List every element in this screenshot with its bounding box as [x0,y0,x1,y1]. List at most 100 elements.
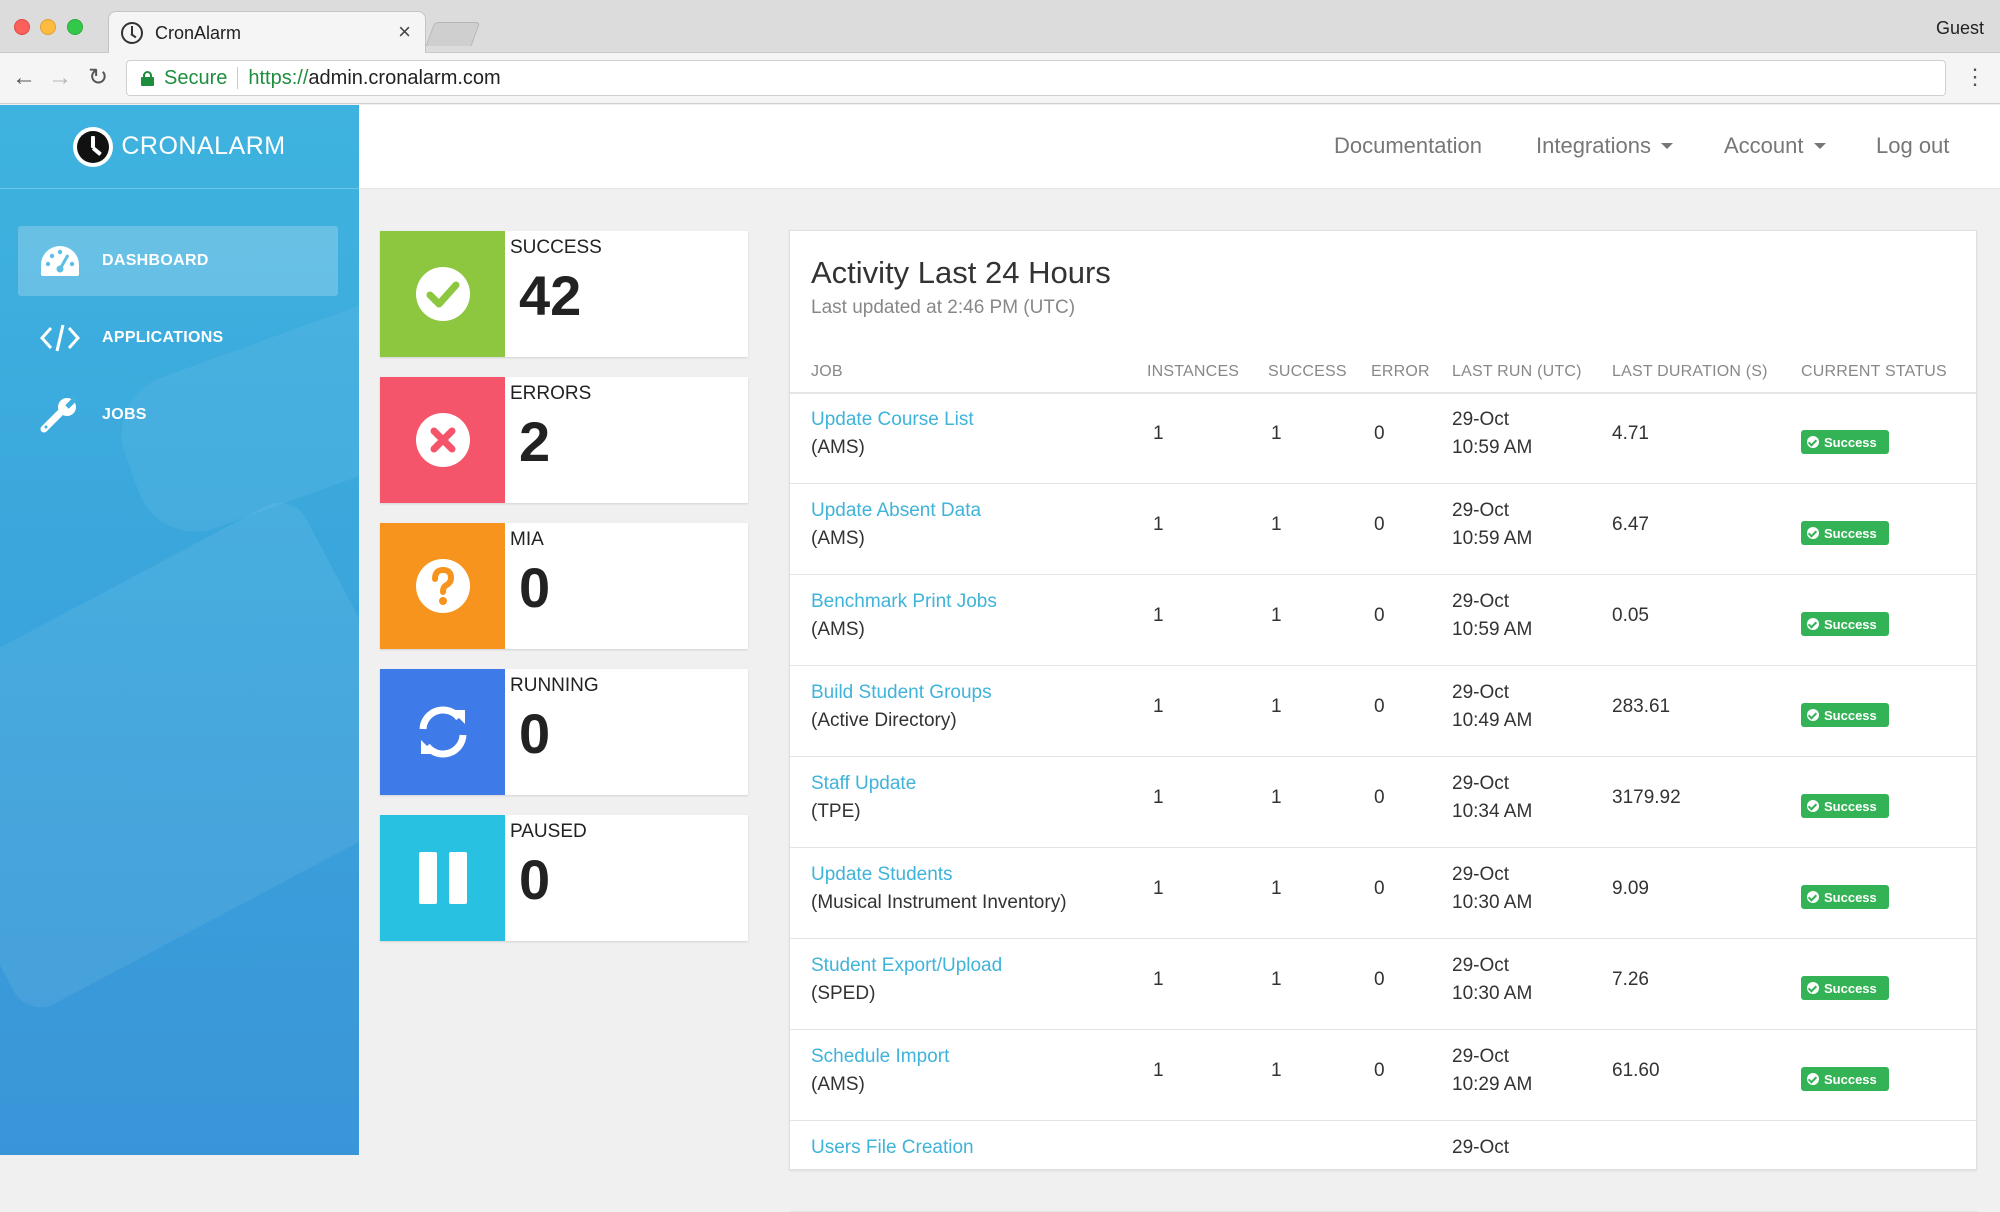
job-name-link[interactable]: Benchmark Print Jobs [811,591,997,612]
tab-title: CronAlarm [155,22,242,43]
status-badge: Success [1801,885,1889,909]
column-header-last-run[interactable]: LAST RUN (UTC) [1452,363,1582,381]
check-circle-icon [1807,982,1819,994]
nav-logout-link[interactable]: Log out [1876,133,1949,159]
stat-label: ERRORS [510,383,592,404]
sidebar-item-label: DASHBOARD [102,252,209,269]
tab-close-icon[interactable]: × [398,21,411,43]
job-cell: Update Absent Data (AMS) [811,497,981,553]
stat-card-running[interactable]: RUNNING 0 [380,669,748,795]
column-header-current-status[interactable]: CURRENT STATUS [1801,363,1947,381]
job-name-link[interactable]: Update Absent Data [811,500,981,521]
back-arrow-icon[interactable]: ← [12,65,36,91]
reload-icon[interactable]: ↻ [88,65,108,91]
last-run-time: 10:59 AM [1452,619,1533,640]
last-run-cell: 29-Oct 10:49 AM [1452,679,1532,735]
nav-integrations-dropdown[interactable]: Integrations [1536,133,1673,159]
success-count-cell: 1 [1271,878,1282,899]
job-name-link[interactable]: Update Course List [811,409,974,430]
check-circle-icon [1807,709,1819,721]
window-minimize-button[interactable] [40,19,56,35]
table-row: Users File Creation 29-Oct [790,1122,1978,1212]
status-badge: Success [1801,521,1889,545]
success-count-cell: 1 [1271,514,1282,535]
stat-label: MIA [510,529,544,550]
table-row: Update Course List (AMS) 1 1 0 4.71 Success 29-… [790,394,1978,484]
table-row: Update Absent Data (AMS) 1 1 0 6.47 Success 29-… [790,485,1978,575]
stat-card-errors[interactable]: ERRORS 2 [380,377,748,503]
table-row: Student Export/Upload (SPED) 1 1 0 7.26 Succes… [790,940,1978,1030]
status-badge: Success [1801,976,1889,1000]
stat-label: PAUSED [510,821,587,842]
column-header-success[interactable]: SUCCESS [1268,363,1347,381]
job-application: (TPE) [811,801,861,822]
instances-cell: 1 [1153,878,1164,899]
sidebar-item-dashboard[interactable]: DASHBOARD [18,226,338,296]
forward-arrow-icon[interactable]: → [48,65,72,91]
sidebar-item-applications[interactable]: APPLICATIONS [18,303,338,373]
error-count-cell: 0 [1374,787,1385,808]
error-count-cell: 0 [1374,1060,1385,1081]
stat-value: 2 [519,410,551,473]
job-cell: Build Student Groups (Active Directory) [811,679,992,735]
instances-cell: 1 [1153,605,1164,626]
url-scheme: https:// [248,66,309,89]
job-application: (Active Directory) [811,710,957,731]
success-count-cell: 1 [1271,1060,1282,1081]
browser-menu-icon[interactable]: ⋮ [1964,64,1986,90]
last-run-time: 10:59 AM [1452,437,1533,458]
column-header-job[interactable]: JOB [811,363,843,381]
last-run-cell: 29-Oct 10:30 AM [1452,861,1532,917]
job-cell: Staff Update (TPE) [811,770,916,826]
table-row: Staff Update (TPE) 1 1 0 3179.92 Success 29-Oct… [790,758,1978,848]
duration-cell: 0.05 [1612,605,1649,626]
duration-cell: 4.71 [1612,423,1649,444]
address-bar[interactable]: Secure https:// admin.cronalarm.com [126,60,1946,96]
job-name-link[interactable]: Schedule Import [811,1046,949,1067]
sidebar-item-label: APPLICATIONS [102,329,224,346]
panel-subtitle: Last updated at 2:46 PM (UTC) [811,297,1076,318]
column-header-error[interactable]: ERROR [1371,363,1430,381]
job-name-link[interactable]: Update Students [811,864,953,885]
last-run-cell: 29-Oct 10:30 AM [1452,952,1532,1008]
column-header-instances[interactable]: INSTANCES [1147,363,1239,381]
profile-button[interactable]: Guest [1936,18,1984,39]
job-cell: Users File Creation [811,1134,974,1162]
check-circle-icon [1807,436,1819,448]
code-icon [36,318,84,358]
job-name-link[interactable]: Staff Update [811,773,916,794]
stat-card-success[interactable]: SUCCESS 42 [380,231,748,357]
sidebar-item-jobs[interactable]: JOBS [18,380,338,450]
job-cell: Update Course List (AMS) [811,406,974,462]
sidebar: CRONALARM DASHBOARD APPLICATIONS JOBS [0,105,359,1155]
window-zoom-button[interactable] [67,19,83,35]
success-count-cell: 1 [1271,423,1282,444]
status-label: Success [1824,798,1877,814]
nav-documentation-link[interactable]: Documentation [1334,133,1482,159]
job-name-link[interactable]: Student Export/Upload [811,955,1002,976]
new-tab-button[interactable] [425,22,481,46]
last-run-date: 29-Oct [1452,864,1510,885]
instances-cell: 1 [1153,969,1164,990]
x-circle-icon [380,377,505,503]
stat-card-paused[interactable]: PAUSED 0 [380,815,748,941]
error-count-cell: 0 [1374,514,1385,535]
column-header-last-duration[interactable]: LAST DURATION (S) [1612,363,1768,381]
status-label: Success [1824,980,1877,996]
browser-tab[interactable]: CronAlarm × [108,11,426,54]
job-name-link[interactable]: Build Student Groups [811,682,992,703]
table-row: Benchmark Print Jobs (AMS) 1 1 0 0.05 Success 2… [790,576,1978,666]
pause-icon [380,815,505,941]
brand-logo-link[interactable]: CRONALARM [0,105,359,189]
job-application: (AMS) [811,437,865,458]
status-label: Success [1824,707,1877,723]
window-close-button[interactable] [14,19,30,35]
nav-account-dropdown[interactable]: Account [1724,133,1826,159]
duration-cell: 61.60 [1612,1060,1660,1081]
last-run-date: 29-Oct [1452,1046,1510,1067]
error-count-cell: 0 [1374,605,1385,626]
job-cell: Student Export/Upload (SPED) [811,952,1002,1008]
last-run-cell: 29-Oct [1452,1134,1509,1162]
table-row: Update Students (Musical Instrument Inven… [790,849,1978,939]
stat-card-mia[interactable]: MIA 0 [380,523,748,649]
